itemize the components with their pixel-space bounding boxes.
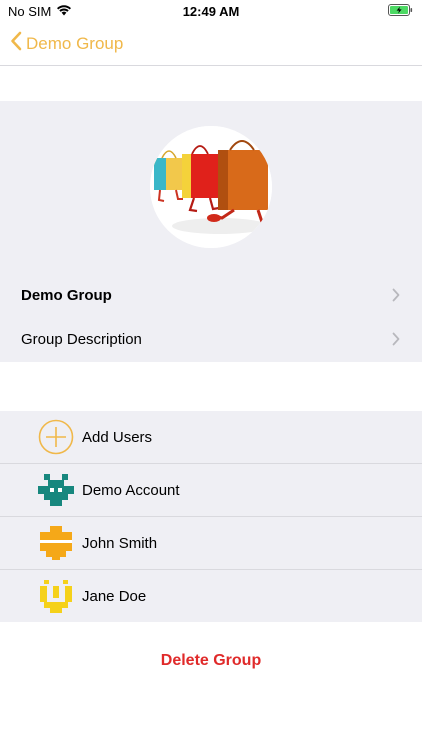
- group-name: Demo Group: [21, 286, 112, 304]
- member-row[interactable]: Demo Account: [0, 464, 422, 516]
- group-name-row[interactable]: Demo Group: [0, 273, 422, 317]
- delete-group-button[interactable]: Delete Group: [0, 652, 422, 670]
- group-info-section: Demo Group Group Description: [0, 101, 422, 362]
- member-label: Jane Doe: [82, 587, 147, 605]
- add-users-row[interactable]: Add Users: [0, 411, 422, 463]
- navigation-bar: Demo Group: [0, 22, 422, 66]
- shopping-bags-image: [150, 126, 272, 248]
- back-button[interactable]: Demo Group: [10, 31, 123, 56]
- member-label: Demo Account: [82, 481, 180, 499]
- member-label: Add Users: [82, 428, 153, 446]
- yellow-identicon: [38, 578, 74, 614]
- member-row[interactable]: John Smith: [0, 517, 422, 569]
- add-circle-icon: [38, 419, 74, 455]
- chevron-right-icon: [392, 332, 400, 350]
- group-photo[interactable]: [150, 126, 272, 248]
- chevron-right-icon: [392, 288, 400, 306]
- chevron-left-icon: [10, 31, 22, 56]
- clock: 12:49 AM: [182, 4, 240, 19]
- group-description-label: Group Description: [21, 330, 142, 348]
- members-list: Add Users Demo Account John Smith Jane D…: [0, 411, 422, 622]
- member-row[interactable]: Jane Doe: [0, 570, 422, 622]
- teal-identicon: [38, 472, 74, 508]
- group-description-row[interactable]: Group Description: [0, 317, 422, 361]
- orange-identicon: [38, 525, 74, 561]
- back-button-label: Demo Group: [26, 33, 124, 53]
- member-label: John Smith: [82, 534, 158, 552]
- status-bar: No SIM 12:49 AM: [0, 0, 422, 22]
- battery-charging-icon: [388, 4, 413, 19]
